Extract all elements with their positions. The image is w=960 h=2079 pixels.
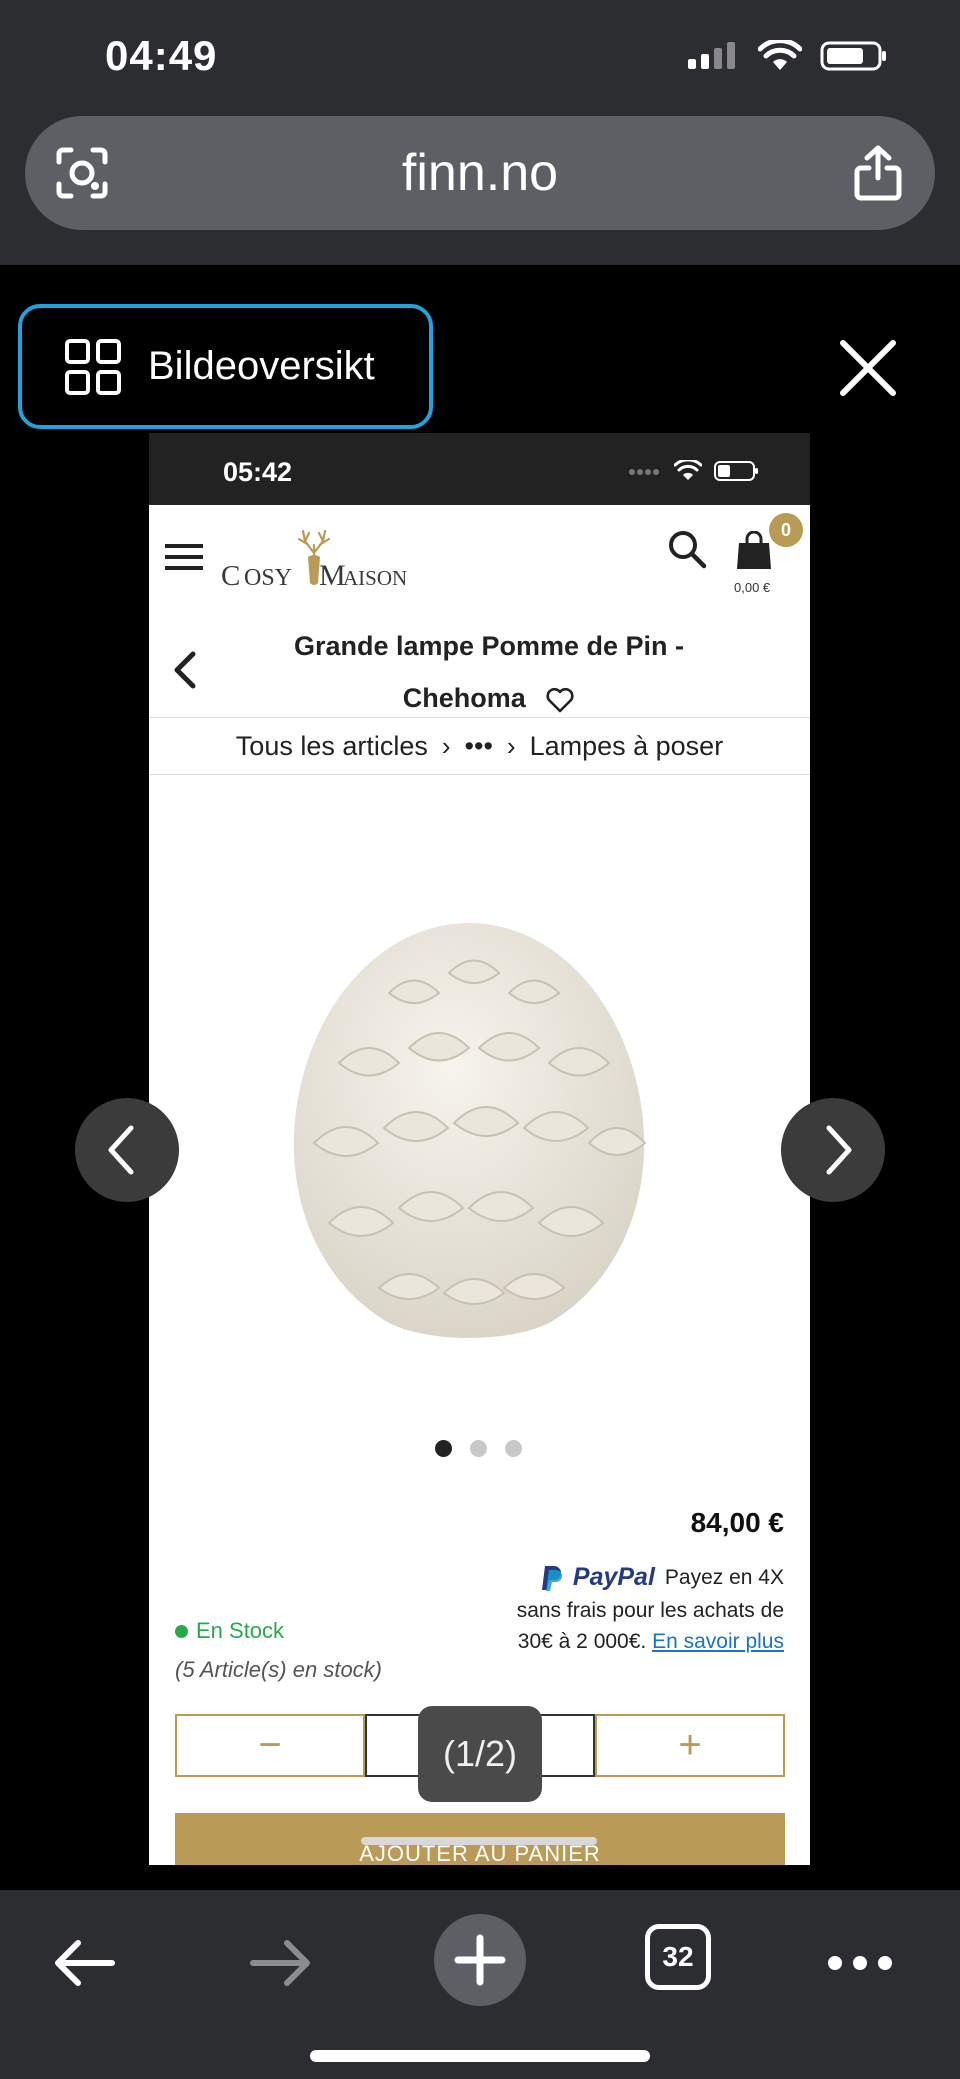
breadcrumb-item-all[interactable]: Tous les articles [236, 731, 428, 762]
carousel-dot[interactable] [470, 1440, 487, 1457]
svg-text:C: C [221, 560, 241, 592]
wifi-icon [758, 40, 802, 70]
status-time: 04:49 [105, 32, 218, 79]
inner-battery-icon [714, 461, 758, 481]
product-title-line2: Chehoma [402, 683, 526, 713]
stock-count: (5 Article(s) en stock) [175, 1657, 383, 1682]
grid-icon [65, 338, 121, 395]
breadcrumb-chevron-icon: › [506, 730, 516, 761]
inner-home-indicator [361, 1837, 597, 1845]
carousel-dot[interactable] [435, 1440, 452, 1457]
inner-signal-icon [629, 469, 659, 475]
paypal-text-3-wrap: 30€ à 2 000€. En savoir plus [518, 1630, 784, 1654]
paypal-text-2: sans frais pour les achats de [516, 1599, 784, 1622]
product-title-line1: Grande lampe Pomme de Pin - [293, 631, 685, 661]
shop-header: C OSY M AISON 0 0,00 € [149, 505, 810, 620]
status-icons [686, 40, 888, 72]
inner-status-bar: 05:42 [149, 433, 810, 505]
inner-wifi-icon [674, 460, 702, 480]
browser-bottom-toolbar: 32 [0, 1890, 960, 2079]
quantity-increase-button[interactable]: + [595, 1714, 785, 1777]
stock-status: En Stock [175, 1618, 284, 1644]
chevron-left-icon [108, 1125, 134, 1175]
stock-dot-icon [175, 1624, 188, 1638]
inner-status-icons [628, 460, 760, 482]
image-overview-button[interactable]: Bildeoversikt [18, 304, 433, 429]
paypal-text-3: 30€ à 2 000€. [517, 1630, 647, 1653]
paypal-line: PayPal Payez en 4X [539, 1563, 784, 1592]
paypal-brand: PayPal [572, 1563, 655, 1591]
breadcrumb-item-lamps[interactable]: Lampes à poser [530, 731, 724, 762]
svg-text:AISON: AISON [343, 566, 407, 590]
product-title: Grande lampe Pomme de Pin - Chehoma [249, 620, 729, 724]
close-icon[interactable] [835, 335, 901, 401]
more-icon[interactable] [815, 1918, 905, 2008]
image-overview-label: Bildeoversikt [148, 344, 375, 388]
paypal-learn-more-link[interactable]: En savoir plus [652, 1630, 784, 1653]
previous-image-button[interactable] [75, 1098, 179, 1202]
carousel-dots [435, 1440, 522, 1457]
share-icon[interactable] [851, 144, 905, 202]
cart-count-badge: 0 [769, 513, 803, 547]
cart-icon[interactable] [736, 531, 772, 571]
menu-icon[interactable] [165, 543, 203, 571]
product-price: 84,00 € [690, 1507, 784, 1538]
new-tab-button[interactable] [434, 1914, 526, 2006]
plus-icon [454, 1934, 506, 1986]
search-icon[interactable] [667, 529, 707, 569]
battery-icon [820, 41, 886, 71]
product-title-row: Grande lampe Pomme de Pin - Chehoma [149, 620, 810, 720]
address-bar[interactable]: finn.no [25, 116, 935, 230]
stag-logo-icon: C OSY M AISON [221, 529, 407, 592]
forward-arrow-icon[interactable] [235, 1918, 325, 2008]
inner-status-time: 05:42 [223, 457, 293, 487]
browser-top-chrome: 04:49 finn.no [0, 0, 960, 265]
svg-text:M: M [319, 559, 346, 592]
paypal-text-1: Payez en 4X [664, 1565, 784, 1589]
carousel-dot[interactable] [505, 1440, 522, 1457]
shop-logo[interactable]: C OSY M AISON [219, 523, 409, 603]
stock-status-label: En Stock [196, 1618, 285, 1643]
quantity-decrease-button[interactable]: − [175, 1714, 365, 1777]
tabs-count-button[interactable]: 32 [645, 1924, 711, 1990]
image-counter: (1/2) [418, 1706, 542, 1802]
screen: 04:49 finn.no Bildeoversikt 05:42 C OSY … [0, 0, 960, 2079]
chevron-right-icon [826, 1125, 852, 1175]
gallery-image: 05:42 C OSY M AISON 0 0,00 € Grande lamp… [149, 433, 810, 1865]
next-image-button[interactable] [781, 1098, 885, 1202]
back-chevron-icon[interactable] [171, 650, 199, 690]
svg-text:OSY: OSY [244, 565, 292, 591]
heart-icon[interactable] [545, 687, 575, 713]
pinecone-lamp-image [293, 923, 647, 1338]
back-arrow-icon[interactable] [40, 1918, 130, 2008]
home-indicator [310, 2050, 650, 2062]
breadcrumb-ellipsis[interactable]: ••• [465, 731, 493, 762]
signal-icon [688, 42, 735, 69]
paypal-logo-icon [541, 1565, 562, 1591]
breadcrumb: Tous les articles › ••• › Lampes à poser [149, 717, 810, 775]
address-domain[interactable]: finn.no [25, 116, 935, 230]
breadcrumb-chevron-icon: › [441, 730, 451, 761]
cart-total: 0,00 € [734, 580, 771, 595]
